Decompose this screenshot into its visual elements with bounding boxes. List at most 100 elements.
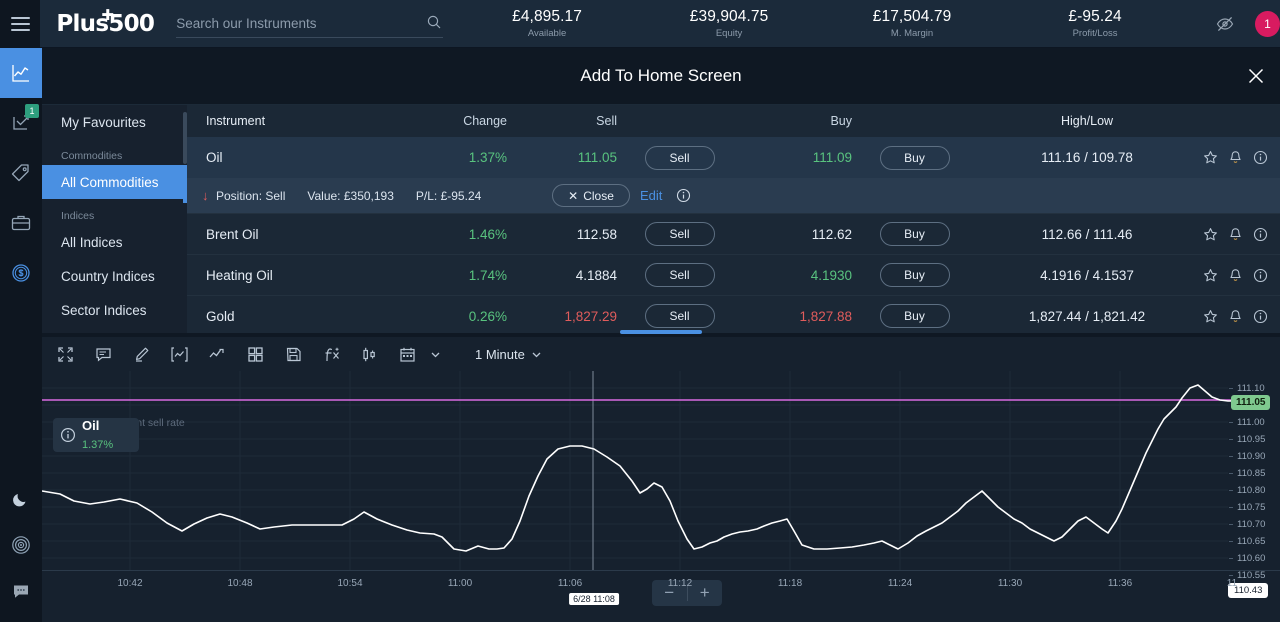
cell-instrument: Oil: [206, 150, 223, 165]
account-metrics: £4,895.17 Available £39,904.75 Equity £1…: [487, 8, 1155, 39]
pencil-icon[interactable]: [132, 345, 151, 364]
sidebar-item-all-indices[interactable]: All Indices: [42, 225, 187, 259]
sidebar-item-portfolio[interactable]: [0, 198, 42, 248]
dark-mode-toggle[interactable]: [0, 476, 42, 522]
x-tick: 11:12: [667, 578, 693, 589]
open-position-row[interactable]: ↓ Position: Sell Value: £350,193 P/L: £-…: [187, 178, 1280, 213]
cell-high-low: 1,827.44 / 1,821.42: [1028, 308, 1146, 324]
metric-available: £4,895.17 Available: [487, 8, 607, 39]
nav-label: Country Indices: [61, 268, 155, 284]
chart-canvas[interactable]: − + Current sell rate Oil 1.37% 111.10 1…: [42, 371, 1280, 606]
nav-label: Sector Indices: [61, 302, 147, 318]
price-line: [42, 384, 1238, 552]
buy-button[interactable]: Buy: [879, 222, 950, 246]
info-icon[interactable]: [1253, 227, 1268, 242]
close-x-icon: ✕: [568, 188, 579, 203]
search-input[interactable]: [176, 15, 417, 31]
nav-label: All Indices: [61, 234, 123, 250]
alerts-button[interactable]: [0, 522, 42, 568]
cell-buy-price: 111.09: [812, 150, 852, 165]
info-icon[interactable]: [1253, 268, 1268, 283]
price-axis: 111.10 111.05 111.00 110.95 110.90 110.8…: [1228, 371, 1280, 598]
table-row[interactable]: Brent Oil 1.46% 112.58 Sell 112.62 Buy 1…: [187, 213, 1280, 254]
sell-button[interactable]: Sell: [644, 263, 715, 287]
cell-buy-price: 112.62: [811, 226, 852, 242]
plus500-logo[interactable]: Plus500 ✚: [56, 7, 155, 37]
cell-instrument: Heating Oil: [206, 267, 273, 283]
fullscreen-icon[interactable]: [56, 345, 75, 364]
current-price-tag: 111.05: [1231, 395, 1271, 410]
cursor-time-tag: 6/28 11:08: [569, 593, 619, 605]
chart-panel: 1 Minute − + Current sell rate Oil 1.37%…: [42, 337, 1280, 622]
bell-icon[interactable]: [1228, 268, 1243, 283]
bell-icon[interactable]: [1228, 309, 1243, 324]
table-row[interactable]: Oil 1.37% 111.05 Sell 111.09 Buy 111.16 …: [187, 137, 1280, 178]
metric-value: £-95.24: [1068, 8, 1122, 25]
buy-button[interactable]: Buy: [879, 304, 950, 328]
arrow-down-icon: ↓: [202, 188, 209, 203]
nav-group-indices: Indices: [42, 199, 187, 225]
info-icon[interactable]: [1253, 309, 1268, 324]
star-icon[interactable]: [1203, 227, 1218, 242]
layout-grid-icon[interactable]: [246, 345, 265, 364]
close-position-button[interactable]: ✕ Close: [552, 184, 630, 207]
position-value: Value: £350,193: [307, 188, 394, 203]
star-icon[interactable]: [1203, 268, 1218, 283]
coin-dollar-icon: [12, 264, 30, 282]
save-icon[interactable]: [284, 345, 303, 364]
user-notification-badge[interactable]: 1: [1255, 10, 1280, 37]
chart-toolbar: 1 Minute: [42, 337, 1280, 371]
trendline-icon[interactable]: [208, 345, 227, 364]
sidebar-item-country-indices[interactable]: Country Indices: [42, 259, 187, 293]
search-box[interactable]: [176, 10, 444, 38]
table-row[interactable]: Gold 0.26% 1,827.29 Sell 1,827.88 Buy 1,…: [187, 295, 1280, 336]
close-icon[interactable]: [1244, 64, 1268, 88]
search-icon: [427, 15, 441, 29]
sidebar-item-sector-indices[interactable]: Sector Indices: [42, 293, 187, 327]
buy-button[interactable]: Buy: [879, 263, 950, 287]
info-icon[interactable]: [60, 427, 76, 443]
star-icon[interactable]: [1203, 150, 1218, 165]
panel-resize-handle[interactable]: [620, 330, 702, 334]
buy-button[interactable]: Buy: [879, 145, 950, 170]
sidebar-item-all-commodities[interactable]: All Commodities: [42, 165, 187, 199]
x-tick: 11:18: [777, 578, 803, 589]
cell-sell-price: 112.58: [576, 226, 617, 242]
briefcase-icon: [11, 215, 31, 231]
indicator-icon[interactable]: [170, 345, 189, 364]
star-icon[interactable]: [1203, 309, 1218, 324]
menu-button[interactable]: [0, 0, 41, 48]
chat-button[interactable]: [0, 568, 42, 614]
x-tick: 11:06: [557, 578, 583, 589]
metric-value: £17,504.79: [872, 8, 952, 25]
sidebar-item-funds[interactable]: [0, 248, 42, 298]
instruments-table: Instrument Change Sell Buy High/Low Oil …: [187, 105, 1280, 333]
position-info-icon[interactable]: [676, 188, 691, 203]
sidebar-item-trades[interactable]: 1: [0, 98, 42, 148]
info-icon[interactable]: [1253, 150, 1268, 165]
eye-off-icon[interactable]: [1215, 14, 1235, 34]
bell-icon[interactable]: [1228, 227, 1243, 242]
sidebar-item-chart[interactable]: [0, 48, 42, 98]
functions-icon[interactable]: [322, 345, 341, 364]
sell-button[interactable]: Sell: [644, 145, 715, 170]
y-tick: 111.00: [1229, 417, 1265, 428]
timeframe-selector[interactable]: 1 Minute: [475, 347, 542, 362]
edit-position-link[interactable]: Edit: [640, 188, 662, 203]
sidebar-item-orders[interactable]: [0, 148, 42, 198]
bell-icon[interactable]: [1228, 150, 1243, 165]
sell-button[interactable]: Sell: [644, 304, 715, 328]
y-tick: 110.80: [1228, 485, 1266, 496]
table-row[interactable]: Heating Oil 1.74% 4.1884 Sell 4.1930 Buy…: [187, 254, 1280, 295]
price-chart: [42, 371, 1239, 570]
comment-icon[interactable]: [94, 345, 113, 364]
calendar-chevron-icon[interactable]: [426, 345, 445, 364]
sell-button[interactable]: Sell: [644, 222, 715, 246]
moon-icon: [13, 494, 26, 507]
add-to-home-screen-banner: Add To Home Screen: [42, 48, 1280, 105]
trading-platform: Plus500 ✚ £4,895.17 Available £39,904.75…: [0, 0, 1280, 622]
sidebar-item-my-favourites[interactable]: My Favourites: [42, 105, 187, 139]
y-tick: 110.95: [1228, 434, 1266, 445]
candlestick-icon[interactable]: [360, 345, 379, 364]
calendar-icon[interactable]: [398, 345, 417, 364]
